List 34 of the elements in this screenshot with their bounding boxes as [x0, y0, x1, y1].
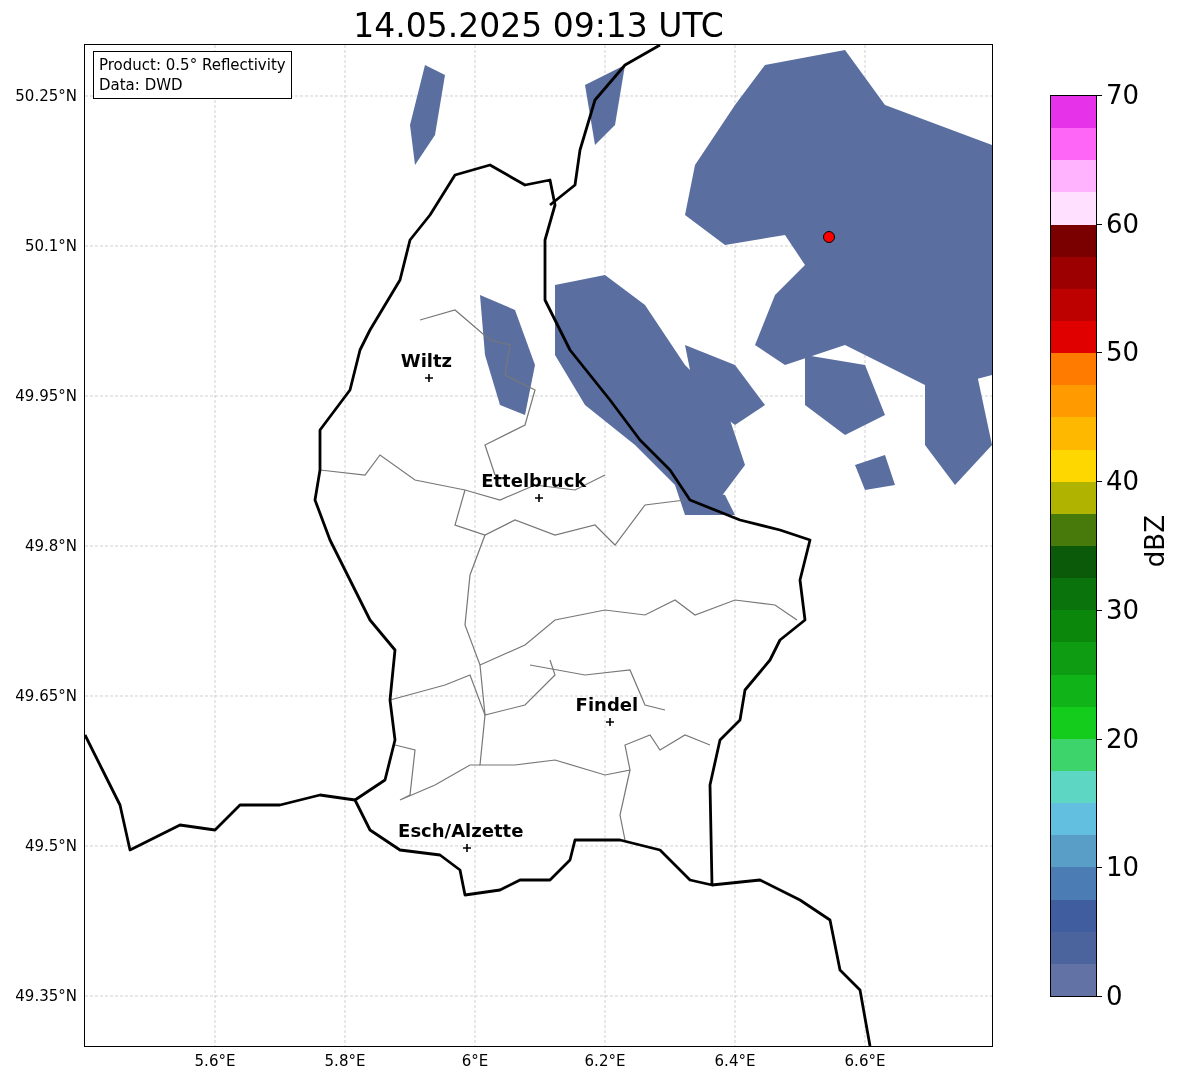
latitude-label: 50.25°N [15, 87, 77, 105]
colorbar-title: dBZ [1140, 515, 1170, 568]
city-marker-icon [425, 374, 433, 382]
latitude-label: 49.5°N [24, 837, 77, 855]
longitude-label: 6°E [461, 1052, 489, 1070]
city-marker-icon [535, 494, 543, 502]
colorbar-label: 70 [1106, 79, 1140, 111]
colorbar-label: 20 [1106, 722, 1140, 755]
city-marker-icon [463, 844, 471, 852]
latitude-label: 49.65°N [15, 687, 77, 705]
latitude-label: 49.35°N [15, 987, 77, 1005]
latitude-label: 50.1°N [24, 237, 77, 255]
city-label: Findel [575, 694, 639, 715]
radar-site-icon [822, 230, 836, 244]
longitude-label: 6.6°E [844, 1052, 886, 1070]
colorbar-label: 40 [1106, 465, 1140, 498]
colorbar-label: 10 [1106, 851, 1140, 884]
city-label: Wiltz [400, 350, 453, 371]
longitude-label: 5.6°E [194, 1052, 236, 1070]
longitude-label: 6.4°E [714, 1052, 756, 1070]
info-text: Product: 0.5° Reflectivity [99, 55, 286, 75]
colorbar-label: 30 [1106, 593, 1140, 626]
city-label: Ettelbruck [481, 470, 587, 491]
longitude-label: 6.2°E [584, 1052, 626, 1070]
latitude-label: 49.95°N [15, 387, 77, 405]
chart-title: 14.05.2025 09:13 UTC [352, 5, 725, 45]
city-label: Esch/Alzette [398, 820, 524, 841]
colorbar-label: 0 [1106, 980, 1123, 1012]
city-marker-icon [606, 718, 614, 726]
latitude-label: 49.8°N [24, 537, 77, 555]
colorbar-label: 50 [1106, 336, 1140, 369]
info-text: Data: DWD [99, 75, 184, 95]
longitude-label: 5.8°E [324, 1052, 366, 1070]
colorbar-label: 60 [1106, 207, 1140, 240]
